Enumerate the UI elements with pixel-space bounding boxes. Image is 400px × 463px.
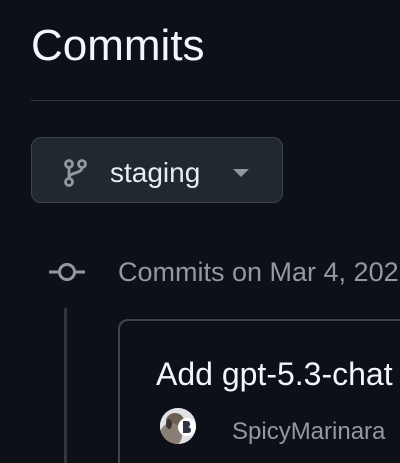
git-branch-icon — [64, 159, 87, 187]
timeline-line — [64, 308, 67, 463]
commits-page: Commits staging Commits on Mar 4, 2026 A… — [0, 0, 400, 463]
branch-selector-button[interactable]: staging — [31, 137, 283, 203]
branch-name: staging — [110, 157, 201, 188]
title-divider — [31, 100, 400, 101]
commit-group-heading: Commits on Mar 4, 2026 — [118, 257, 400, 287]
chevron-down-icon — [233, 169, 249, 177]
commit-card: Add gpt-5.3-chat SpicyMarinara — [118, 319, 400, 463]
commit-author-link[interactable]: SpicyMarinara — [232, 417, 385, 447]
git-commit-icon — [49, 263, 85, 281]
avatar[interactable] — [158, 407, 200, 445]
commit-title-link[interactable]: Add gpt-5.3-chat — [156, 355, 393, 393]
page-title: Commits — [31, 21, 205, 70]
